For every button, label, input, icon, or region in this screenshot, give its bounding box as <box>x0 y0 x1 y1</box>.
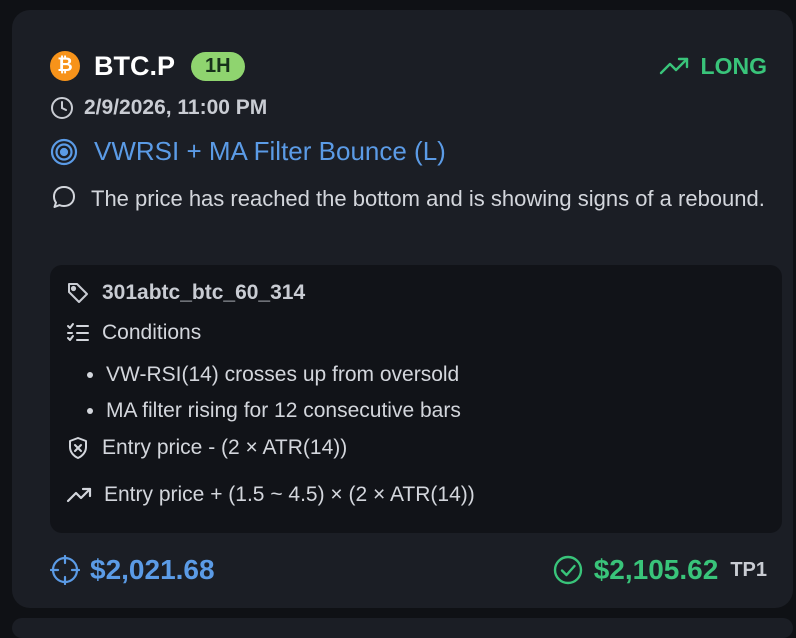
signal-card[interactable]: ₿ BTC.P 1H LONG 2/9/2026, 11:00 PM VWRSI… <box>12 10 793 608</box>
conditions-label: Conditions <box>102 321 202 344</box>
timeframe-badge: 1H <box>191 52 245 81</box>
tag-icon <box>68 283 88 303</box>
condition-item: MA filter rising for 12 consecutive bars <box>106 393 461 429</box>
strategy-name[interactable]: VWRSI + MA Filter Bounce (L) <box>94 136 446 167</box>
conditions-header: Conditions <box>66 321 201 345</box>
message-icon <box>53 186 75 208</box>
crosshair-icon <box>50 555 80 585</box>
tag-text: 301abtc_btc_60_314 <box>102 281 306 304</box>
stop-loss-rule: Entry price - (2 × ATR(14)) <box>66 436 347 460</box>
symbol-label: BTC.P <box>94 51 175 81</box>
entry-price: $2,021.68 <box>50 554 215 586</box>
condition-item: VW-RSI(14) crosses up from oversold <box>106 357 461 393</box>
strategy-tag: 301abtc_btc_60_314 <box>66 281 305 305</box>
signal-details-panel: 301abtc_btc_60_314 Conditions VW-RSI(14)… <box>50 265 782 533</box>
next-card-edge <box>12 618 793 638</box>
checklist-icon <box>67 323 89 341</box>
take-profit-rule: Entry price + (1.5 ~ 4.5) × (2 × ATR(14)… <box>66 483 475 507</box>
direction-label: LONG <box>700 53 767 79</box>
target-price: $2,105.62 TP1 <box>552 554 767 586</box>
datetime-text: 2/9/2026, 11:00 PM <box>84 96 268 119</box>
trend-up-icon <box>66 487 92 503</box>
stop-loss-text: Entry price - (2 × ATR(14)) <box>102 436 348 459</box>
trend-up-icon <box>659 57 688 75</box>
target-price-value: $2,105.62 <box>593 554 719 585</box>
entry-price-value: $2,021.68 <box>90 554 215 585</box>
clock-icon <box>51 97 73 119</box>
signal-datetime: 2/9/2026, 11:00 PM <box>50 96 267 120</box>
shield-x-icon <box>69 437 87 459</box>
take-profit-text: Entry price + (1.5 ~ 4.5) × (2 × ATR(14)… <box>104 483 475 506</box>
direction-indicator: LONG <box>659 51 767 81</box>
signal-message: The price has reached the bottom and is … <box>91 186 765 211</box>
strategy-link[interactable]: VWRSI + MA Filter Bounce (L) <box>50 136 446 167</box>
conditions-list: VW-RSI(14) crosses up from oversold MA f… <box>86 357 461 429</box>
target-price-label: TP1 <box>730 558 767 581</box>
bitcoin-icon: ₿ <box>50 51 80 81</box>
check-circle-icon <box>553 555 582 585</box>
target-icon <box>50 138 78 165</box>
